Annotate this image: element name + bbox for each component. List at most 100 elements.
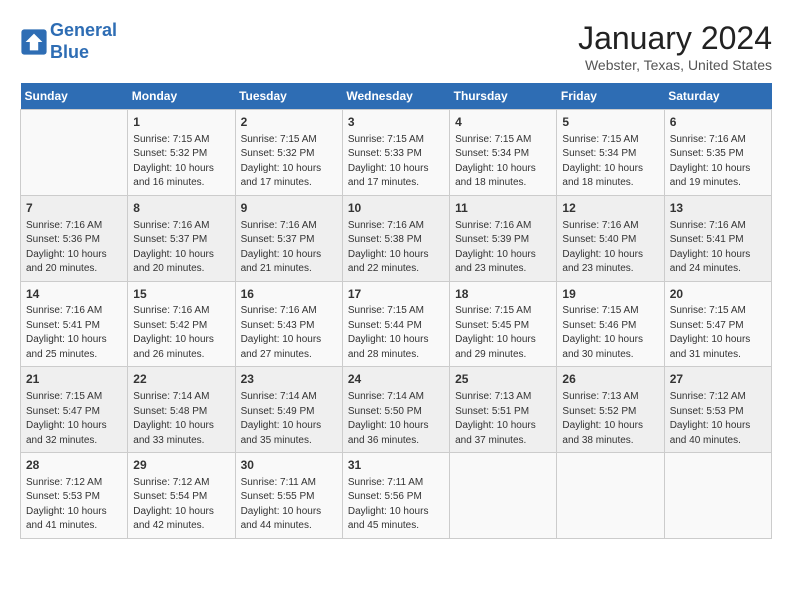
day-number: 13 bbox=[670, 200, 766, 217]
day-number: 18 bbox=[455, 286, 551, 303]
calendar-cell: 7 Sunrise: 7:16 AM Sunset: 5:36 PM Daylig… bbox=[21, 195, 128, 281]
title-block: January 2024 Webster, Texas, United Stat… bbox=[578, 20, 772, 73]
day-info: Sunrise: 7:15 AM Sunset: 5:46 PM Dayligh… bbox=[562, 304, 658, 362]
calendar-cell: 17Sunrise: 7:15 AM Sunset: 5:44 PM Dayli… bbox=[342, 281, 449, 367]
week-row-5: 28 Sunrise: 7:12 AM Sunset: 5:53 PM Dayli… bbox=[21, 453, 772, 539]
logo-icon bbox=[20, 28, 48, 56]
day-number: 22 bbox=[133, 371, 229, 388]
calendar-cell: 23Sunrise: 7:14 AM Sunset: 5:49 PM Dayli… bbox=[235, 367, 342, 453]
day-info: Sunrise: 7:13 AM Sunset: 5:52 PM Dayligh… bbox=[562, 390, 658, 448]
calendar-cell: 14Sunrise: 7:16 AM Sunset: 5:41 PM Dayli… bbox=[21, 281, 128, 367]
day-info: Sunrise: 7:16 AM Sunset: 5:42 PM Dayligh… bbox=[133, 304, 229, 362]
day-info: Sunrise: 7:15 AM Sunset: 5:32 PM Dayligh… bbox=[133, 133, 229, 191]
day-info: Sunrise: 7:12 AM Sunset: 5:53 PM Dayligh… bbox=[26, 476, 122, 534]
day-number: 7 bbox=[26, 200, 122, 217]
weekday-header-sunday: Sunday bbox=[21, 83, 128, 110]
day-number: 25 bbox=[455, 371, 551, 388]
calendar-cell bbox=[21, 110, 128, 196]
day-number: 24 bbox=[348, 371, 444, 388]
day-info: Sunrise: 7:15 AM Sunset: 5:34 PM Dayligh… bbox=[455, 133, 551, 191]
calendar-cell: 6 Sunrise: 7:16 AM Sunset: 5:35 PM Daylig… bbox=[664, 110, 771, 196]
calendar-cell: 8 Sunrise: 7:16 AM Sunset: 5:37 PM Daylig… bbox=[128, 195, 235, 281]
calendar-cell: 1 Sunrise: 7:15 AM Sunset: 5:32 PM Daylig… bbox=[128, 110, 235, 196]
day-info: Sunrise: 7:13 AM Sunset: 5:51 PM Dayligh… bbox=[455, 390, 551, 448]
day-info: Sunrise: 7:15 AM Sunset: 5:47 PM Dayligh… bbox=[670, 304, 766, 362]
day-info: Sunrise: 7:12 AM Sunset: 5:53 PM Dayligh… bbox=[670, 390, 766, 448]
day-number: 29 bbox=[133, 457, 229, 474]
calendar-cell: 24 Sunrise: 7:14 AM Sunset: 5:50 PM Dayli… bbox=[342, 367, 449, 453]
calendar-cell bbox=[557, 453, 664, 539]
day-info: Sunrise: 7:15 AM Sunset: 5:45 PM Dayligh… bbox=[455, 304, 551, 362]
calendar-cell: 5 Sunrise: 7:15 AM Sunset: 5:34 PM Daylig… bbox=[557, 110, 664, 196]
day-number: 12 bbox=[562, 200, 658, 217]
calendar-cell: 10Sunrise: 7:16 AM Sunset: 5:38 PM Dayli… bbox=[342, 195, 449, 281]
weekday-header-tuesday: Tuesday bbox=[235, 83, 342, 110]
location: Webster, Texas, United States bbox=[578, 57, 772, 73]
week-row-1: 1 Sunrise: 7:15 AM Sunset: 5:32 PM Daylig… bbox=[21, 110, 772, 196]
day-number: 9 bbox=[241, 200, 337, 217]
day-number: 27 bbox=[670, 371, 766, 388]
day-info: Sunrise: 7:15 AM Sunset: 5:34 PM Dayligh… bbox=[562, 133, 658, 191]
weekday-header-thursday: Thursday bbox=[450, 83, 557, 110]
day-number: 28 bbox=[26, 457, 122, 474]
day-number: 19 bbox=[562, 286, 658, 303]
day-info: Sunrise: 7:16 AM Sunset: 5:37 PM Dayligh… bbox=[133, 219, 229, 277]
day-info: Sunrise: 7:15 AM Sunset: 5:47 PM Dayligh… bbox=[26, 390, 122, 448]
day-number: 3 bbox=[348, 114, 444, 131]
day-info: Sunrise: 7:16 AM Sunset: 5:41 PM Dayligh… bbox=[670, 219, 766, 277]
day-info: Sunrise: 7:15 AM Sunset: 5:33 PM Dayligh… bbox=[348, 133, 444, 191]
calendar-cell: 2 Sunrise: 7:15 AM Sunset: 5:32 PM Daylig… bbox=[235, 110, 342, 196]
calendar-cell: 22Sunrise: 7:14 AM Sunset: 5:48 PM Dayli… bbox=[128, 367, 235, 453]
calendar-cell: 9Sunrise: 7:16 AM Sunset: 5:37 PM Daylig… bbox=[235, 195, 342, 281]
calendar-cell: 31Sunrise: 7:11 AM Sunset: 5:56 PM Dayli… bbox=[342, 453, 449, 539]
weekday-header-wednesday: Wednesday bbox=[342, 83, 449, 110]
day-number: 16 bbox=[241, 286, 337, 303]
day-info: Sunrise: 7:16 AM Sunset: 5:40 PM Dayligh… bbox=[562, 219, 658, 277]
calendar-cell: 13 Sunrise: 7:16 AM Sunset: 5:41 PM Dayli… bbox=[664, 195, 771, 281]
day-info: Sunrise: 7:16 AM Sunset: 5:43 PM Dayligh… bbox=[241, 304, 337, 362]
day-number: 14 bbox=[26, 286, 122, 303]
day-info: Sunrise: 7:14 AM Sunset: 5:50 PM Dayligh… bbox=[348, 390, 444, 448]
day-number: 15 bbox=[133, 286, 229, 303]
header: General Blue January 2024 Webster, Texas… bbox=[20, 20, 772, 73]
day-info: Sunrise: 7:11 AM Sunset: 5:55 PM Dayligh… bbox=[241, 476, 337, 534]
calendar-cell: 18Sunrise: 7:15 AM Sunset: 5:45 PM Dayli… bbox=[450, 281, 557, 367]
calendar-cell: 27 Sunrise: 7:12 AM Sunset: 5:53 PM Dayli… bbox=[664, 367, 771, 453]
day-number: 6 bbox=[670, 114, 766, 131]
day-number: 20 bbox=[670, 286, 766, 303]
calendar-cell: 3 Sunrise: 7:15 AM Sunset: 5:33 PM Daylig… bbox=[342, 110, 449, 196]
day-info: Sunrise: 7:16 AM Sunset: 5:36 PM Dayligh… bbox=[26, 219, 122, 277]
day-number: 2 bbox=[241, 114, 337, 131]
logo-line2: Blue bbox=[50, 42, 117, 64]
logo-line1: General bbox=[50, 20, 117, 40]
day-number: 1 bbox=[133, 114, 229, 131]
calendar-cell bbox=[450, 453, 557, 539]
day-number: 21 bbox=[26, 371, 122, 388]
day-number: 8 bbox=[133, 200, 229, 217]
day-number: 26 bbox=[562, 371, 658, 388]
day-number: 10 bbox=[348, 200, 444, 217]
day-number: 31 bbox=[348, 457, 444, 474]
day-number: 5 bbox=[562, 114, 658, 131]
logo: General Blue bbox=[20, 20, 117, 63]
day-info: Sunrise: 7:15 AM Sunset: 5:32 PM Dayligh… bbox=[241, 133, 337, 191]
calendar-cell: 25 Sunrise: 7:13 AM Sunset: 5:51 PM Dayli… bbox=[450, 367, 557, 453]
calendar-cell: 4 Sunrise: 7:15 AM Sunset: 5:34 PM Daylig… bbox=[450, 110, 557, 196]
day-number: 11 bbox=[455, 200, 551, 217]
weekday-header-saturday: Saturday bbox=[664, 83, 771, 110]
day-info: Sunrise: 7:16 AM Sunset: 5:39 PM Dayligh… bbox=[455, 219, 551, 277]
calendar-cell: 16Sunrise: 7:16 AM Sunset: 5:43 PM Dayli… bbox=[235, 281, 342, 367]
day-number: 30 bbox=[241, 457, 337, 474]
day-info: Sunrise: 7:14 AM Sunset: 5:49 PM Dayligh… bbox=[241, 390, 337, 448]
day-info: Sunrise: 7:12 AM Sunset: 5:54 PM Dayligh… bbox=[133, 476, 229, 534]
day-number: 17 bbox=[348, 286, 444, 303]
calendar-cell: 26 Sunrise: 7:13 AM Sunset: 5:52 PM Dayli… bbox=[557, 367, 664, 453]
week-row-3: 14Sunrise: 7:16 AM Sunset: 5:41 PM Dayli… bbox=[21, 281, 772, 367]
day-info: Sunrise: 7:16 AM Sunset: 5:35 PM Dayligh… bbox=[670, 133, 766, 191]
day-info: Sunrise: 7:16 AM Sunset: 5:41 PM Dayligh… bbox=[26, 304, 122, 362]
day-number: 4 bbox=[455, 114, 551, 131]
weekday-header-monday: Monday bbox=[128, 83, 235, 110]
calendar-cell bbox=[664, 453, 771, 539]
week-row-2: 7 Sunrise: 7:16 AM Sunset: 5:36 PM Daylig… bbox=[21, 195, 772, 281]
calendar-table: SundayMondayTuesdayWednesdayThursdayFrid… bbox=[20, 83, 772, 539]
